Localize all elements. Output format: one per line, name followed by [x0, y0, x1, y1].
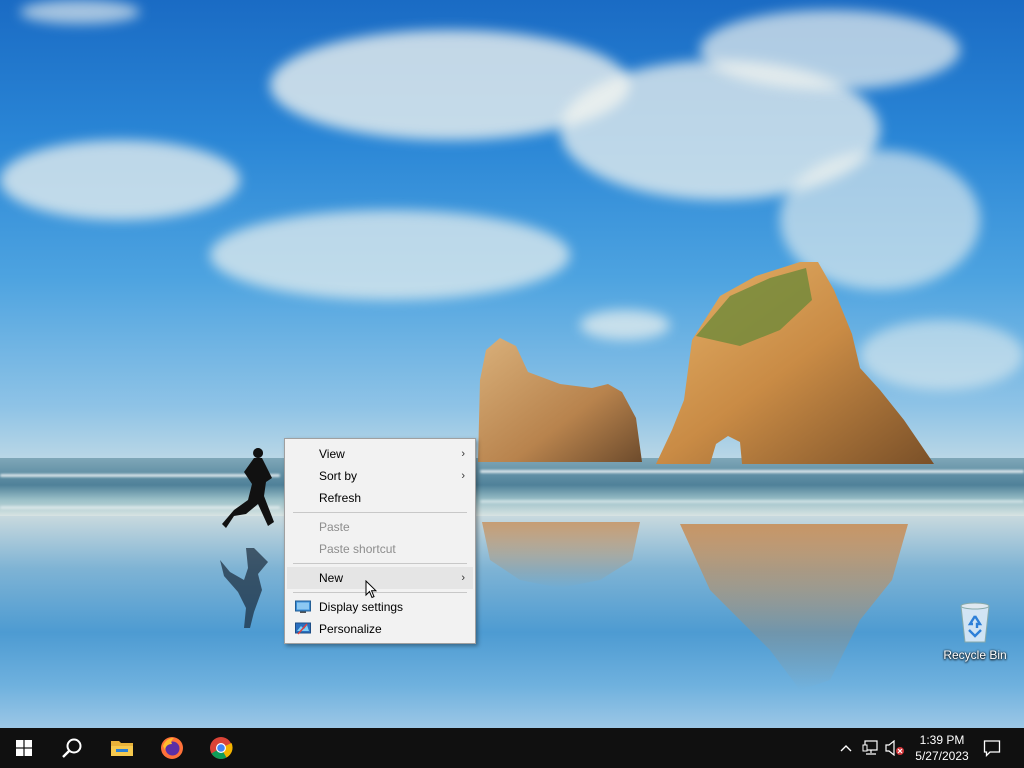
- chevron-right-icon: ›: [461, 448, 465, 460]
- chevron-right-icon: ›: [461, 470, 465, 482]
- taskbar-clock[interactable]: 1:39 PM 5/27/2023: [908, 732, 976, 764]
- clock-date: 5/27/2023: [915, 749, 969, 763]
- chevron-up-icon: [840, 745, 852, 752]
- menu-item-label: Paste: [319, 520, 350, 534]
- taskbar: 1:39 PM 5/27/2023: [0, 728, 1024, 768]
- menu-item-paste-shortcut[interactable]: Paste shortcut: [287, 538, 473, 560]
- menu-separator: [293, 592, 467, 593]
- folder-icon: [111, 741, 133, 756]
- clock-time: 1:39 PM: [919, 733, 965, 747]
- search-button[interactable]: [48, 728, 96, 768]
- personalize-icon: [295, 622, 311, 635]
- desktop[interactable]: Recycle Bin: [0, 0, 1024, 728]
- wallpaper-rocks: [220, 262, 934, 690]
- desktop-context-menu: View › Sort by › Refresh Paste Paste sho…: [284, 438, 476, 644]
- menu-item-sort-by[interactable]: Sort by ›: [287, 465, 473, 487]
- network-button[interactable]: [860, 738, 882, 758]
- menu-item-new[interactable]: New ›: [287, 567, 473, 589]
- action-center-button[interactable]: [980, 738, 1004, 758]
- menu-item-display-settings[interactable]: Display settings: [287, 596, 473, 618]
- display-icon: [295, 600, 311, 613]
- firefox-icon: [161, 737, 183, 759]
- windows-logo-icon: [16, 740, 32, 756]
- menu-item-label: New: [319, 571, 344, 585]
- menu-item-refresh[interactable]: Refresh: [287, 487, 473, 509]
- start-button[interactable]: [0, 728, 48, 768]
- mouse-cursor-icon: [365, 580, 377, 599]
- taskbar-file-explorer[interactable]: [98, 728, 146, 768]
- volume-muted-icon: [885, 740, 904, 756]
- network-icon: [862, 740, 878, 755]
- menu-separator: [293, 512, 467, 513]
- menu-item-label: Refresh: [319, 491, 362, 505]
- volume-button[interactable]: [884, 738, 906, 758]
- menu-item-label: Sort by: [319, 469, 358, 483]
- menu-item-label: View: [319, 447, 345, 461]
- taskbar-chrome[interactable]: [197, 728, 245, 768]
- recycle-bin-icon: [960, 602, 990, 643]
- menu-item-view[interactable]: View ›: [287, 443, 473, 465]
- desktop-icon-recycle-bin[interactable]: Recycle Bin: [940, 600, 1010, 672]
- menu-item-personalize[interactable]: Personalize: [287, 618, 473, 640]
- menu-item-label: Personalize: [319, 622, 382, 636]
- desktop-icon-label: Recycle Bin: [943, 648, 1007, 662]
- menu-item-paste[interactable]: Paste: [287, 516, 473, 538]
- taskbar-firefox[interactable]: [148, 728, 196, 768]
- chrome-icon: [210, 737, 233, 759]
- menu-item-label: Display settings: [319, 600, 404, 614]
- notification-icon: [983, 740, 1001, 757]
- chevron-right-icon: ›: [461, 572, 465, 584]
- show-hidden-icons-button[interactable]: [838, 738, 854, 758]
- menu-item-label: Paste shortcut: [319, 542, 396, 556]
- menu-separator: [293, 563, 467, 564]
- search-icon: [62, 738, 82, 758]
